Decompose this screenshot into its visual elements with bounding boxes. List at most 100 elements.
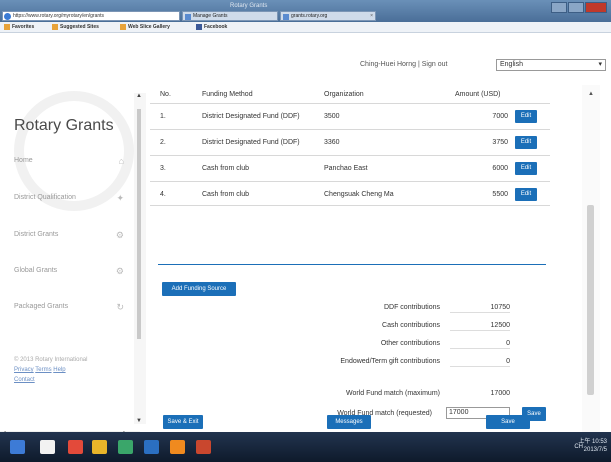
star-icon [4,23,10,30]
row-method: District Designated Fund (DDF) [202,139,300,146]
add-funding-source-button[interactable]: Add Funding Source [162,282,236,296]
tab-label: grants.rotary.org [291,13,328,19]
ddf-label: DDF contributions [383,304,440,311]
scroll-up-arrow-icon[interactable]: ▲ [588,91,594,97]
favorites-label: Facebook [204,24,228,30]
edit-button[interactable]: Edit [515,110,537,123]
endowed-label: Endowed/Term gift contributions [340,358,440,365]
world-fund-max-value: 17000 [490,390,510,397]
sidebar-item-label: Packaged Grants [14,303,69,310]
row-method: Cash from club [202,165,250,172]
edit-button[interactable]: Edit [515,136,537,149]
gear-icon: ⚙ [115,266,124,276]
main-scrollbar[interactable]: ▲ [582,85,600,432]
row-organization: Chengsuak Cheng Ma [324,191,394,198]
rotary-tab-icon [283,14,289,20]
window-title: Rotary Grants [230,3,268,9]
scroll-up-arrow-icon[interactable]: ▲ [136,93,142,99]
url-text: https://www.rotary.org/myrotary/en/grant… [13,13,105,19]
row-method: Cash from club [202,191,250,198]
section-divider [158,264,546,265]
web-slice-link[interactable]: Web Slice Gallery [120,22,170,33]
col-amount: Amount (USD) [455,91,501,98]
user-signout-link[interactable]: Ching-Huei Horng | Sign out [360,61,447,68]
ribbon-icon: ✦ [116,193,124,203]
favorites-label: Web Slice Gallery [128,24,170,30]
chevron-down-icon: ▾ [598,61,602,68]
sidebar-item-label: District Qualification [14,194,76,201]
powerpoint-icon[interactable] [196,440,211,454]
scroll-thumb[interactable] [587,205,594,395]
web-slice-icon [120,23,126,30]
sidebar-item-district-qualification[interactable]: District Qualification ✦ [14,190,132,206]
table-header: No. Funding Method Organization Amount (… [150,85,550,103]
clock[interactable]: 上午 10:53 2013/7/5 [578,438,607,454]
row-organization: 3360 [324,139,340,146]
language-value: English [500,61,523,68]
row-amount: 3750 [492,139,508,146]
start-button-icon[interactable] [10,440,25,454]
funding-panel: No. Funding Method Organization Amount (… [150,85,576,432]
row-organization: 3500 [324,113,340,120]
other-value: 0 [450,340,510,349]
media-player-icon[interactable] [68,440,83,454]
sidebar-item-packaged-grants[interactable]: Packaged Grants ↻ [14,299,132,315]
sidebar-scrollbar[interactable]: ▲ ▼ [134,93,146,424]
tab-manage-grants[interactable]: Manage Grants [182,11,278,21]
world-fund-max-label: World Fund match (maximum) [345,390,440,397]
sidebar-item-label: District Grants [14,231,59,238]
col-organization: Organization [324,91,364,98]
contact-link[interactable]: Contact [14,377,35,383]
rotary-tab-icon [185,14,191,20]
page: Ching-Huei Horng | Sign out English ▾ Ro… [0,33,611,439]
page-header: Ching-Huei Horng | Sign out English ▾ [0,33,611,85]
explorer-icon[interactable] [40,440,55,454]
sidebar-item-label: Global Grants [14,267,58,274]
terms-link[interactable]: Terms [35,367,51,373]
facebook-icon [196,23,202,30]
browser-titlebar: Rotary Grants https://www.rotary.org/myr… [0,0,611,22]
close-tab-icon[interactable]: × [370,12,373,20]
ddf-value: 10750 [450,304,510,313]
suggested-sites-link[interactable]: Suggested Sites [52,22,99,33]
folder-icon[interactable] [92,440,107,454]
firefox-icon[interactable] [170,440,185,454]
excel-icon[interactable] [118,440,133,454]
favorites-bar: Favorites Suggested Sites Web Slice Gall… [0,22,611,33]
language-select[interactable]: English ▾ [496,59,606,71]
edit-button[interactable]: Edit [515,188,537,201]
save-exit-button[interactable]: Save & Exit [163,415,203,429]
row-number: 2. [160,139,166,146]
row-amount: 7000 [492,113,508,120]
table-row: 4. Cash from club Chengsuak Cheng Ma 550… [150,181,550,206]
scroll-thumb[interactable] [137,109,141,339]
row-organization: Panchao East [324,165,368,172]
taskbar: CH 上午 10:53 2013/7/5 [0,432,611,462]
save-button[interactable]: Save [486,415,530,429]
sidebar-item-global-grants[interactable]: Global Grants ⚙ [14,263,132,279]
clock-date: 2013/7/5 [583,447,607,453]
app-brand: Rotary Grants [14,117,114,134]
cash-label: Cash contributions [382,322,440,329]
favorites-link[interactable]: Favorites [4,22,34,33]
sidebar-item-home[interactable]: Home ⌂ [14,153,132,169]
scroll-down-arrow-icon[interactable]: ▼ [136,418,142,424]
messages-button[interactable]: Messages [327,415,371,429]
tab-grants-site[interactable]: grants.rotary.org × [280,11,376,21]
sidebar-footer: © 2013 Rotary International Privacy Term… [14,355,87,385]
help-link[interactable]: Help [53,367,65,373]
table-row: 1. District Designated Fund (DDF) 3500 7… [150,103,550,128]
row-number: 1. [160,113,166,120]
privacy-link[interactable]: Privacy [14,367,34,373]
cash-value: 12500 [450,322,510,331]
table-row: 2. District Designated Fund (DDF) 3360 3… [150,129,550,154]
ie-icon[interactable] [144,440,159,454]
clock-time: 上午 10:53 [578,439,607,445]
edit-button[interactable]: Edit [515,162,537,175]
refresh-icon: ↻ [116,302,124,312]
tab-row: https://www.rotary.org/myrotary/en/grant… [0,11,611,22]
other-label: Other contributions [380,340,440,347]
address-bar[interactable]: https://www.rotary.org/myrotary/en/grant… [2,11,180,21]
facebook-link[interactable]: Facebook [196,22,227,33]
sidebar-item-district-grants[interactable]: District Grants ⚙ [14,227,132,243]
